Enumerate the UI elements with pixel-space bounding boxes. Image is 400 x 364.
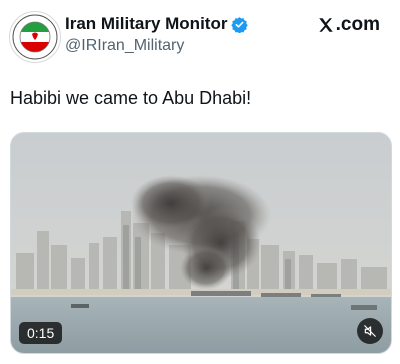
account-name-row: Iran Military Monitor — [65, 14, 249, 34]
video-player[interactable]: 0:15 — [10, 132, 392, 354]
avatar[interactable] — [9, 11, 61, 63]
mute-button[interactable] — [357, 318, 383, 344]
video-timestamp: 0:15 — [19, 322, 63, 344]
display-name[interactable]: Iran Military Monitor — [65, 14, 227, 34]
tweet-text: Habibi we came to Abu Dhabi! — [10, 88, 252, 108]
video-frame — [11, 133, 391, 353]
x-logo-icon — [318, 18, 333, 32]
account-handle[interactable]: @IRIran_Military — [65, 37, 184, 55]
iran-flag-emblem-icon — [11, 13, 59, 61]
x-brand-logo: .com — [317, 14, 380, 36]
muted-speaker-icon — [364, 325, 376, 337]
x-brand-label: .com — [335, 14, 380, 35]
verified-badge-icon — [231, 16, 249, 33]
